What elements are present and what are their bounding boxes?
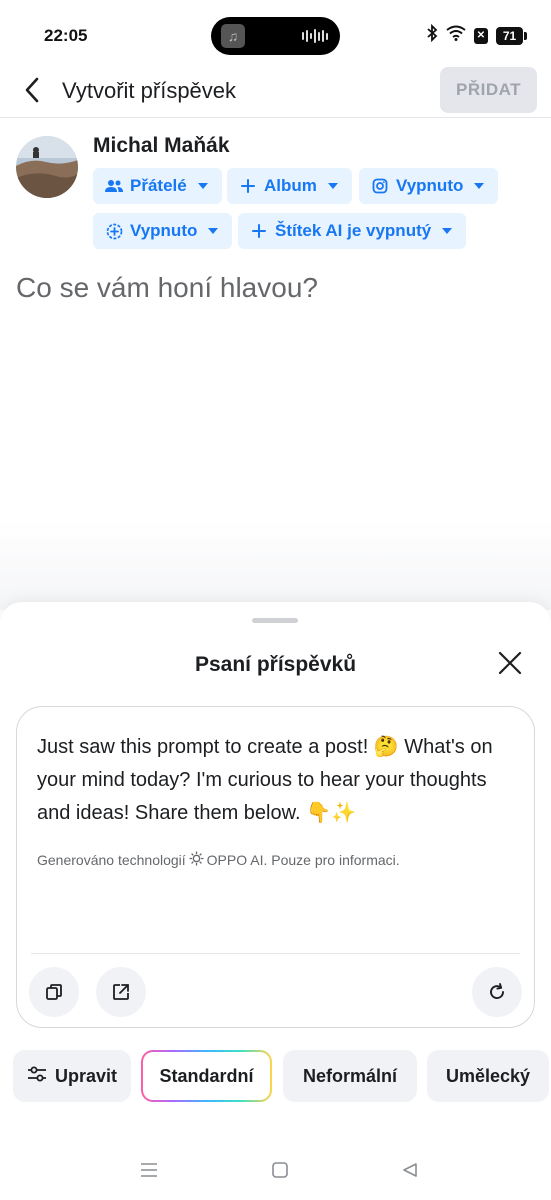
sharing-label: Vypnuto (130, 221, 198, 240)
artistic-style-label: Umělecký (445, 1065, 531, 1086)
recents-button[interactable] (137, 1158, 161, 1182)
audience-label: Přátelé (130, 176, 187, 195)
sharing-chip[interactable]: Vypnuto (93, 213, 233, 249)
disclaimer-suffix: OPPO AI. Pouze pro informaci. (206, 852, 400, 868)
card-divider (31, 953, 520, 954)
battery-icon: 71 (496, 26, 527, 45)
post-input[interactable]: Co se vám honí hlavou? (16, 272, 318, 304)
bluetooth-icon (426, 23, 438, 47)
edit-style-label: Upravit (54, 1065, 117, 1086)
music-icon: ♫ (221, 24, 245, 48)
status-bar: 22:05 ♫ ✕ 71 (0, 0, 551, 70)
no-sim-icon: ✕ (474, 27, 488, 44)
standard-style-button[interactable]: Standardní (141, 1050, 272, 1102)
avatar[interactable] (16, 136, 78, 198)
plus-icon (239, 177, 257, 195)
home-square-icon (272, 1162, 288, 1178)
informal-style-button[interactable]: Neformální (283, 1050, 417, 1102)
chevron-left-icon (25, 77, 39, 103)
friends-icon (105, 177, 123, 195)
disclaimer-prefix: Generováno technologií (37, 852, 186, 868)
sliders-icon (27, 1065, 47, 1088)
caret-down-icon (208, 228, 219, 234)
audio-wave-icon (302, 29, 328, 43)
caret-down-icon (197, 183, 208, 189)
home-button[interactable] (268, 1158, 292, 1182)
menu-icon (141, 1163, 157, 1177)
copy-button[interactable] (29, 967, 79, 1017)
standard-style-label: Standardní (159, 1065, 254, 1086)
instagram-chip[interactable]: Vypnuto (359, 168, 499, 204)
caret-down-icon (327, 183, 338, 189)
informal-style-label: Neformální (302, 1065, 398, 1086)
ai-label-text: Štítek AI je vypnutý (275, 221, 432, 240)
ai-disclaimer: Generováno technologií OPPO AI. Pouze pr… (37, 851, 400, 869)
album-label: Album (264, 176, 317, 195)
edit-style-button[interactable]: Upravit (13, 1050, 131, 1102)
audience-chip[interactable]: Přátelé (93, 168, 222, 204)
regenerate-button[interactable] (472, 967, 522, 1017)
app-header: Vytvořit příspěvek PŘIDAT (0, 64, 551, 118)
style-options: Upravit Standardní Neformální Umělecký (0, 1050, 551, 1102)
writing-sheet: Psaní příspěvků Just saw this prompt to … (0, 602, 551, 1200)
album-chip[interactable]: Album (227, 168, 352, 204)
system-nav-bar (0, 1140, 551, 1200)
status-time: 22:05 (44, 26, 88, 45)
ai-label-chip[interactable]: Štítek AI je vypnutý (238, 213, 467, 249)
status-icons: ✕ 71 (426, 23, 527, 47)
add-post-button[interactable]: PŘIDAT (440, 67, 537, 113)
close-icon (498, 651, 522, 675)
dynamic-island[interactable]: ♫ (211, 17, 340, 55)
instagram-icon (371, 177, 389, 195)
generated-text[interactable]: Just saw this prompt to create a post! 🤔… (37, 731, 517, 830)
artistic-style-button[interactable]: Umělecký (427, 1050, 549, 1102)
share-button[interactable] (96, 967, 146, 1017)
wifi-icon (446, 25, 466, 46)
sheet-backdrop (0, 520, 551, 610)
caret-down-icon (442, 228, 453, 234)
copy-icon (46, 984, 62, 1000)
instagram-label: Vypnuto (396, 176, 464, 195)
back-button[interactable] (18, 76, 46, 104)
triangle-back-icon (403, 1163, 417, 1177)
sheet-title: Psaní příspěvků (194, 653, 357, 676)
back-nav-button[interactable] (398, 1158, 422, 1182)
sheet-grabber[interactable] (252, 618, 298, 623)
add-circle-icon (105, 222, 123, 240)
oppo-ai-icon (189, 851, 204, 869)
user-name: Michal Maňák (93, 134, 230, 157)
external-link-icon (113, 984, 129, 1000)
refresh-icon (490, 983, 504, 999)
page-title: Vytvořit příspěvek (62, 78, 237, 103)
caret-down-icon (474, 183, 485, 189)
close-button[interactable] (495, 648, 525, 678)
plus-icon (250, 222, 268, 240)
generated-text-card: Just saw this prompt to create a post! 🤔… (16, 706, 535, 1028)
